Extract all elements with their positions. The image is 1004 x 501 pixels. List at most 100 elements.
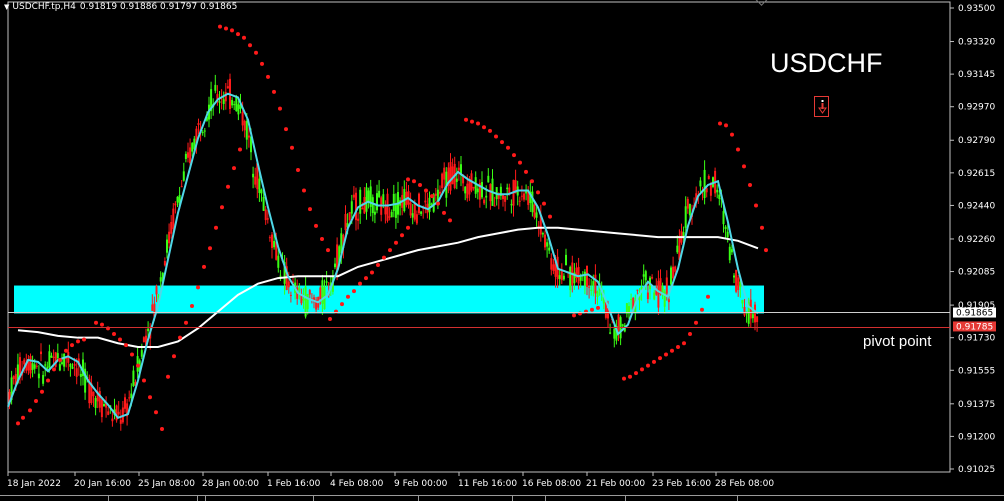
candle-body (735, 269, 738, 292)
candle-body (644, 271, 647, 281)
parabolic-sar-dot (224, 26, 228, 31)
candle-body (23, 359, 26, 365)
candle-body (411, 213, 414, 218)
candle-body (390, 211, 393, 218)
candle-body (688, 204, 691, 216)
parabolic-sar-dot (46, 378, 50, 383)
chart-tab[interactable] (205, 496, 206, 501)
tab-separator (737, 496, 738, 501)
candle-body (348, 212, 351, 221)
candle-body (235, 96, 238, 112)
candle-body (535, 212, 538, 218)
chart-tab-bar (0, 491, 1004, 501)
candle-body (365, 187, 368, 212)
candle-body (544, 234, 546, 248)
candle-body (424, 200, 427, 203)
candle-body (243, 121, 246, 131)
candle-body (733, 275, 735, 278)
candle-body (247, 135, 250, 138)
parabolic-sar-dot (238, 147, 242, 152)
candle-body (754, 304, 756, 323)
y-tick-label: 0.91025 (958, 465, 995, 475)
y-tick-label: 0.91375 (958, 400, 995, 410)
candle-body (40, 351, 42, 355)
candle-body (94, 397, 97, 408)
parabolic-sar-dot (352, 289, 356, 294)
y-tick-label: 0.92790 (958, 136, 995, 146)
parabolic-sar-dot (208, 246, 212, 251)
candle-body (352, 194, 355, 198)
candle-body (63, 353, 66, 367)
candle-body (304, 286, 307, 317)
parabolic-sar-dot (424, 188, 428, 193)
candle-body (241, 111, 244, 126)
parabolic-sar-dot (412, 179, 416, 184)
parabolic-sar-dot (130, 352, 134, 357)
pivot-point-label: pivot point (863, 333, 932, 350)
y-tick-label: 0.91730 (958, 334, 995, 344)
parabolic-sar-dot (418, 182, 422, 187)
candle-body (609, 332, 612, 334)
y-tick-label: 0.92970 (958, 103, 995, 113)
candle-body (252, 173, 255, 178)
parabolic-sar-dot (652, 359, 656, 364)
candle-body (92, 391, 95, 397)
candle-body (537, 225, 540, 227)
candle-body (493, 205, 496, 207)
chart-header: ▼ USDCHF.tp,H4 0.91819 0.91886 0.91797 0.9… (4, 0, 237, 14)
candle-body (237, 104, 240, 115)
parabolic-sar-dot (664, 352, 668, 357)
candle-body (233, 104, 236, 106)
candle-body (699, 180, 702, 187)
parabolic-sar-dot (388, 248, 392, 253)
candle-body (163, 261, 166, 266)
parabolic-sar-dot (572, 313, 576, 318)
candle-body (548, 247, 551, 251)
candle-body (674, 266, 677, 272)
candle-body (245, 120, 248, 140)
parabolic-sar-dot (748, 182, 752, 187)
parabolic-sar-dot (58, 358, 62, 363)
parabolic-sar-dot (448, 218, 452, 223)
parabolic-sar-dot (628, 374, 632, 379)
candle-body (716, 189, 719, 193)
candle-body (344, 214, 347, 231)
candle-body (510, 204, 513, 206)
candle-body (621, 324, 624, 326)
chart-tab[interactable] (108, 496, 198, 501)
candle-body (140, 350, 143, 357)
candle-body (151, 304, 154, 311)
candle-body (485, 195, 488, 198)
candle-body (50, 355, 53, 358)
parabolic-sar-dot (700, 307, 704, 312)
parabolic-sar-dot (436, 201, 440, 206)
y-tick-label: 0.91200 (958, 432, 995, 442)
parabolic-sar-dot (518, 160, 522, 165)
candle-body (319, 287, 322, 300)
candle-body (646, 292, 649, 300)
candle-body (707, 175, 710, 180)
candle-body (308, 290, 311, 295)
parabolic-sar-dot (730, 132, 734, 137)
candle-body (724, 226, 727, 230)
candle-body (287, 281, 290, 288)
candle-body (182, 171, 185, 181)
candle-body (35, 365, 38, 367)
candle-body (415, 214, 418, 224)
candle-body (562, 275, 565, 280)
candle-body (455, 178, 458, 182)
candle-body (159, 277, 162, 282)
parabolic-sar-dot (358, 281, 362, 286)
candle-body (684, 206, 687, 228)
candle-body (361, 208, 364, 210)
candle-body (386, 193, 389, 221)
candle-body (289, 294, 292, 296)
candle-body (504, 196, 507, 202)
candle-body (203, 130, 206, 132)
y-tick-label: 0.93320 (958, 38, 995, 48)
parabolic-sar-dot (296, 168, 300, 173)
candle-body (617, 314, 620, 331)
dropdown-triangle-icon[interactable]: ▼ (4, 3, 9, 11)
parabolic-sar-dot (370, 270, 374, 275)
candle-body (298, 287, 301, 291)
